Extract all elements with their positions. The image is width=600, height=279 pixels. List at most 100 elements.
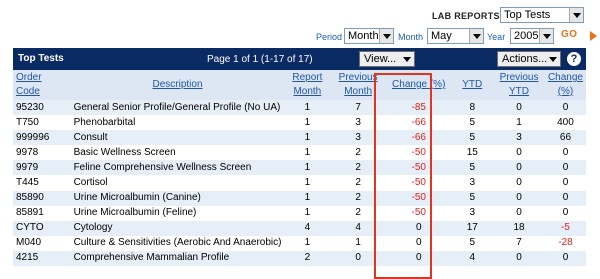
- panel-header: Top Tests Page 1 of 1 (1-17 of 17) View.…: [13, 48, 586, 70]
- period-label: Period: [316, 32, 343, 42]
- order-code-cell: 4215: [13, 250, 71, 267]
- change-ytd-cell: -28: [558, 237, 573, 249]
- previous-month-cell: 3: [355, 116, 361, 128]
- table-row[interactable]: 95230 General Senior Profile/General Prof…: [13, 100, 586, 116]
- description-cell: Urine Microalbumin (Feline): [73, 207, 197, 219]
- chevron-down-icon: [539, 29, 553, 43]
- view-label: View...: [364, 53, 397, 65]
- change-ytd-cell: 0: [562, 146, 569, 158]
- order-code-cell: 85890: [13, 190, 71, 206]
- description-cell: Culture & Sensitivities (Aerobic And Ana…: [73, 237, 282, 249]
- actions-dropdown[interactable]: Actions...: [497, 51, 561, 67]
- change-ytd-cell: 0: [544, 190, 586, 206]
- report-type-value: Top Tests: [504, 9, 551, 21]
- table-row[interactable]: 85890 Urine Microalbumin (Canine) 1 2 -50 5 0 0: [13, 190, 586, 206]
- report-month-cell: 1: [284, 100, 331, 116]
- report-month-cell: 1: [304, 177, 311, 189]
- change-month-cell: -50: [386, 190, 452, 206]
- month-select[interactable]: May: [427, 28, 484, 44]
- ytd-cell: 5: [469, 237, 476, 249]
- column-header-previous-ytd[interactable]: Previous YTD: [493, 70, 545, 100]
- table-row[interactable]: 85891 Urine Microalbumin (Feline) 1 2 -50 3 0 0: [13, 206, 586, 221]
- previous-ytd-cell: 0: [493, 250, 545, 267]
- table-row[interactable]: T750 Phenobarbital 1 3 -66 5 1 400: [13, 115, 586, 130]
- column-header-previous-month[interactable]: Previous Month: [330, 70, 386, 100]
- ytd-cell: 5: [469, 116, 476, 128]
- go-arrow-icon[interactable]: [590, 31, 597, 41]
- year-value: 2005: [514, 30, 539, 42]
- column-header-change-ytd[interactable]: Change (%): [544, 70, 586, 100]
- previous-ytd-cell: 0: [516, 146, 522, 158]
- ytd-cell: 5: [451, 160, 494, 176]
- column-header-description[interactable]: Description: [70, 70, 285, 100]
- table-row[interactable]: 999996 Consult 1 3 -66 5 3 66: [13, 130, 586, 146]
- ytd-cell: 3: [469, 207, 476, 219]
- previous-month-cell: 2: [355, 146, 361, 158]
- column-header-order-code[interactable]: Order Code: [13, 70, 71, 100]
- chevron-down-icon: [469, 29, 483, 43]
- month-value: May: [431, 30, 452, 42]
- table-row[interactable]: M040 Culture & Sensitivities (Aerobic And…: [13, 236, 586, 251]
- change-ytd-cell: 0: [544, 250, 586, 267]
- report-month-cell: 1: [304, 207, 311, 219]
- view-dropdown[interactable]: View...: [359, 51, 415, 67]
- actions-label: Actions...: [502, 53, 548, 65]
- order-code-cell: T445: [16, 177, 39, 189]
- change-month-cell: 0: [386, 220, 452, 236]
- order-code-cell: CYTO: [13, 220, 71, 236]
- report-month-cell: 1: [284, 160, 331, 176]
- change-month-cell: -66: [386, 130, 452, 146]
- ytd-cell: 4: [451, 250, 494, 267]
- report-month-cell: 1: [304, 146, 311, 158]
- previous-month-cell: 2: [330, 160, 386, 176]
- chevron-down-icon: [546, 52, 559, 66]
- ytd-cell: 5: [451, 130, 494, 146]
- table-row[interactable]: 9978 Basic Wellness Screen 1 2 -50 15 0 0: [13, 145, 586, 160]
- ytd-cell: 3: [469, 177, 476, 189]
- table-row[interactable]: CYTO Cytology 4 4 0 17 18 -5: [13, 220, 586, 236]
- previous-month-cell: 1: [355, 237, 361, 249]
- help-icon[interactable]: ?: [567, 52, 581, 66]
- year-label: Year: [487, 32, 506, 42]
- previous-ytd-cell: 7: [516, 237, 522, 249]
- change-month-cell: -85: [386, 100, 452, 116]
- order-code-cell: T750: [16, 116, 39, 128]
- ytd-cell: 8: [451, 100, 494, 116]
- change-month-cell: -50: [411, 207, 426, 219]
- table-row[interactable]: 9979 Feline Comprehensive Wellness Screen…: [13, 160, 586, 176]
- period-select[interactable]: Month: [344, 28, 394, 44]
- table-body: 95230 General Senior Profile/General Prof…: [13, 100, 586, 267]
- report-type-select[interactable]: Top Tests: [500, 7, 584, 23]
- table-row[interactable]: T445 Cortisol 1 2 -50 3 0 0: [13, 175, 586, 190]
- order-code-cell: 9979: [13, 160, 71, 176]
- description-cell: Cortisol: [73, 177, 108, 189]
- description-cell: Urine Microalbumin (Canine): [70, 190, 285, 206]
- table-row[interactable]: 4215 Comprehensive Mammalian Profile 2 0 0 4 0…: [13, 250, 586, 267]
- report-month-cell: 1: [304, 116, 311, 128]
- panel-title: Top Tests: [18, 53, 64, 64]
- column-header-report-month[interactable]: Report Month: [284, 70, 331, 100]
- previous-month-cell: 3: [330, 130, 386, 146]
- chevron-down-icon: [379, 29, 393, 43]
- column-header-ytd[interactable]: YTD: [451, 70, 494, 100]
- previous-ytd-cell: 18: [493, 220, 545, 236]
- filter-bar: Period Month Month May Year 2005 GO: [0, 27, 600, 45]
- go-button[interactable]: GO: [561, 29, 578, 40]
- report-month-cell: 1: [304, 237, 311, 249]
- description-cell: Feline Comprehensive Wellness Screen: [70, 160, 285, 176]
- previous-month-cell: 0: [330, 250, 386, 267]
- change-ytd-cell: 66: [544, 130, 586, 146]
- change-month-cell: 0: [386, 250, 452, 267]
- column-header-change-month[interactable]: Change (%): [386, 70, 452, 100]
- top-tests-table: Order Code Description Report Month Prev…: [13, 70, 586, 267]
- change-month-cell: -50: [411, 146, 426, 158]
- previous-ytd-cell: 0: [516, 207, 522, 219]
- previous-month-cell: 4: [330, 220, 386, 236]
- order-code-cell: 999996: [13, 130, 71, 146]
- change-ytd-cell: -5: [544, 220, 586, 236]
- year-select[interactable]: 2005: [510, 28, 554, 44]
- change-ytd-cell: 400: [557, 116, 574, 128]
- previous-month-cell: 7: [330, 100, 386, 116]
- description-cell: General Senior Profile/General Profile (…: [70, 100, 285, 116]
- description-cell: Cytology: [70, 220, 285, 236]
